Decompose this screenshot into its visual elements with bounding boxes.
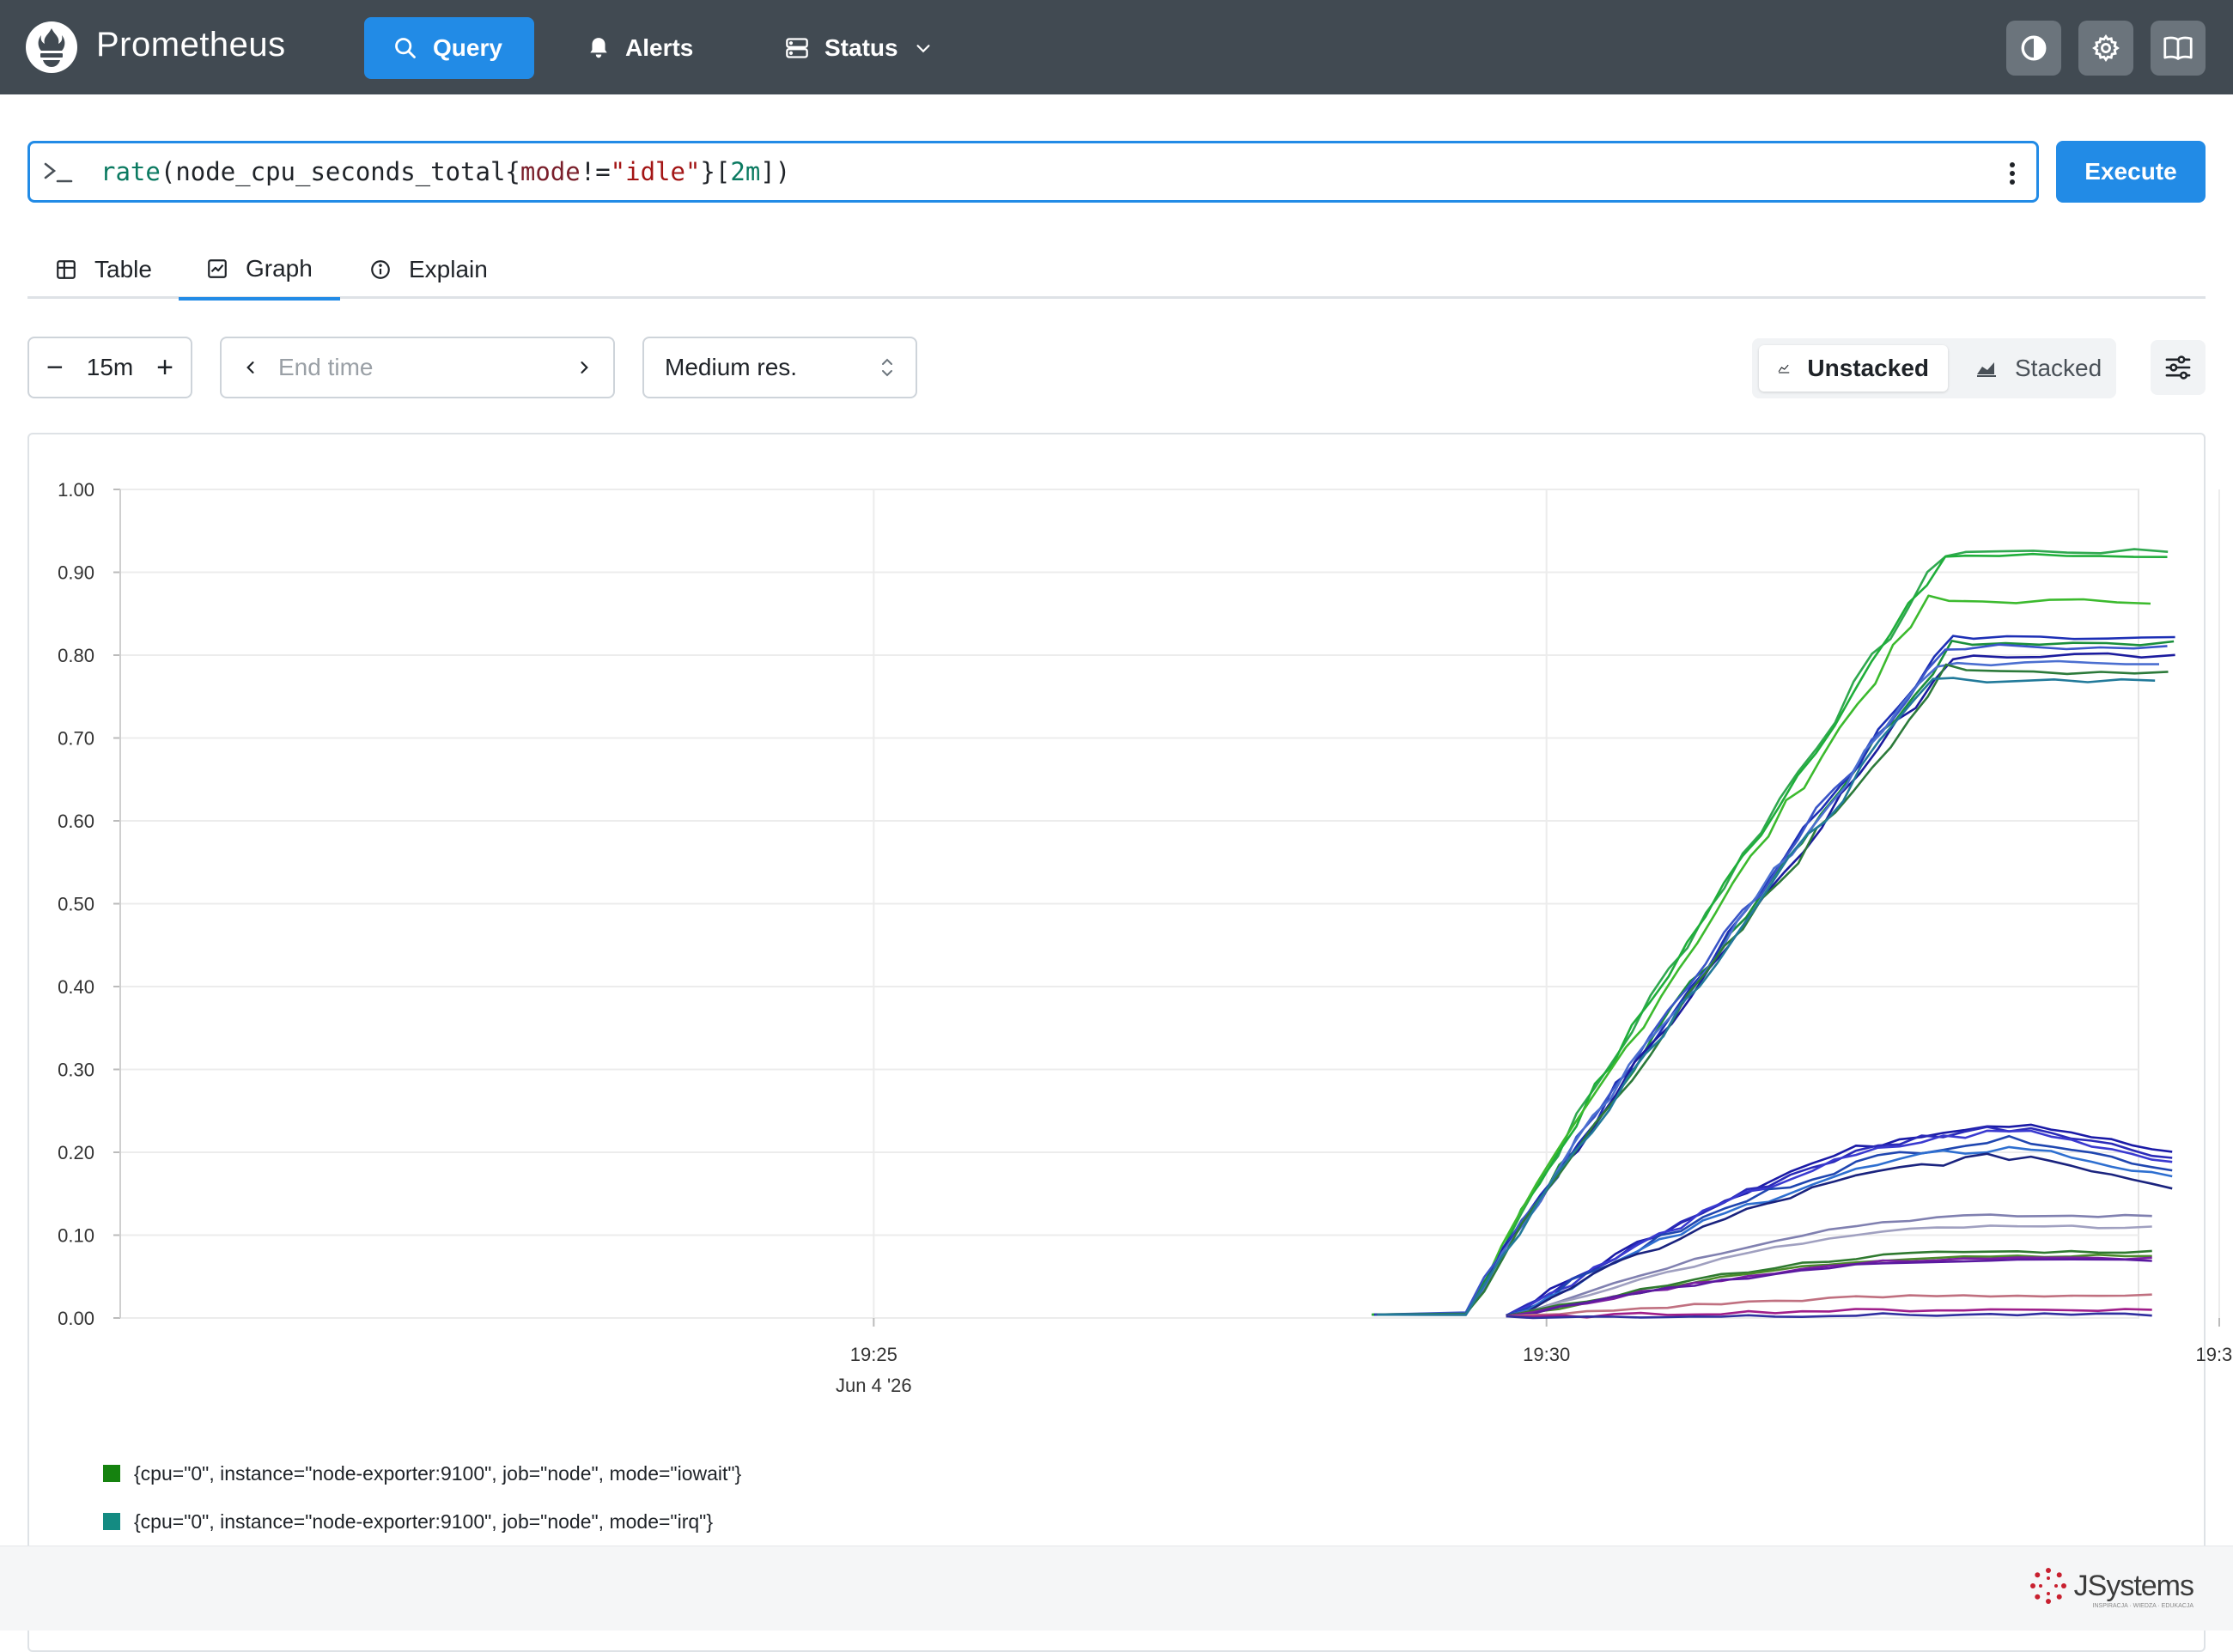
legend-swatch — [103, 1513, 120, 1530]
y-tick-label: 0.00 — [58, 1308, 94, 1329]
chart-legend: {cpu="0", instance="node-exporter:9100",… — [103, 1449, 741, 1546]
series-line-high — [1371, 548, 2169, 1316]
series-line-low — [1506, 1249, 2152, 1318]
x-tick-label: 19:35 — [2195, 1344, 2233, 1365]
legend-swatch — [103, 1465, 120, 1482]
y-tick-label: 0.70 — [58, 728, 94, 750]
y-tick-label: 0.50 — [58, 894, 94, 915]
y-tick-label: 0.40 — [58, 976, 94, 998]
y-tick-label: 0.60 — [58, 811, 94, 832]
series-line-high — [1372, 594, 2151, 1316]
footer-tagline: INSPIRACJA · WIEDZA · EDUKACJA — [2092, 1603, 2193, 1609]
y-tick-label: 0.90 — [58, 562, 94, 584]
y-tick-label: 1.00 — [58, 479, 94, 501]
x-tick-sublabel: Jun 4 '26 — [836, 1375, 912, 1396]
footer-logo: JSystems INSPIRACJA · WIEDZA · EDUKACJA — [2028, 1565, 2194, 1609]
series-line-mid — [1506, 1126, 2173, 1317]
y-tick-label: 0.20 — [58, 1142, 94, 1163]
time-series-chart[interactable]: 0.00 0.10 0.20 0.30 0.40 0.50 0.60 0.70 0.80 0.90… — [0, 0, 2233, 1546]
series-line-high — [1374, 643, 2168, 1316]
series-line-high — [1373, 640, 2175, 1316]
x-tick-label: 19:25 — [850, 1344, 897, 1365]
footer-brand: JSystems — [2073, 1569, 2194, 1602]
legend-item[interactable]: {cpu="0", instance="node-exporter:9100",… — [103, 1497, 741, 1546]
y-tick-label: 0.30 — [58, 1060, 94, 1081]
jsystems-logo-icon — [2029, 1568, 2066, 1604]
legend-label: {cpu="0", instance="node-exporter:9100",… — [134, 1509, 713, 1533]
series-line-low — [1506, 1224, 2152, 1318]
y-tick-label: 0.10 — [58, 1225, 94, 1247]
series-line-high — [1377, 663, 2169, 1316]
y-tick-label: 0.80 — [58, 645, 94, 666]
series-line-high — [1377, 677, 2156, 1316]
legend-label: {cpu="0", instance="node-exporter:9100",… — [134, 1461, 742, 1485]
legend-item[interactable]: {cpu="0", instance="node-exporter:9100",… — [103, 1449, 741, 1497]
footer: JSystems INSPIRACJA · WIEDZA · EDUKACJA — [0, 1546, 2233, 1631]
x-tick-label: 19:30 — [1523, 1344, 1570, 1365]
